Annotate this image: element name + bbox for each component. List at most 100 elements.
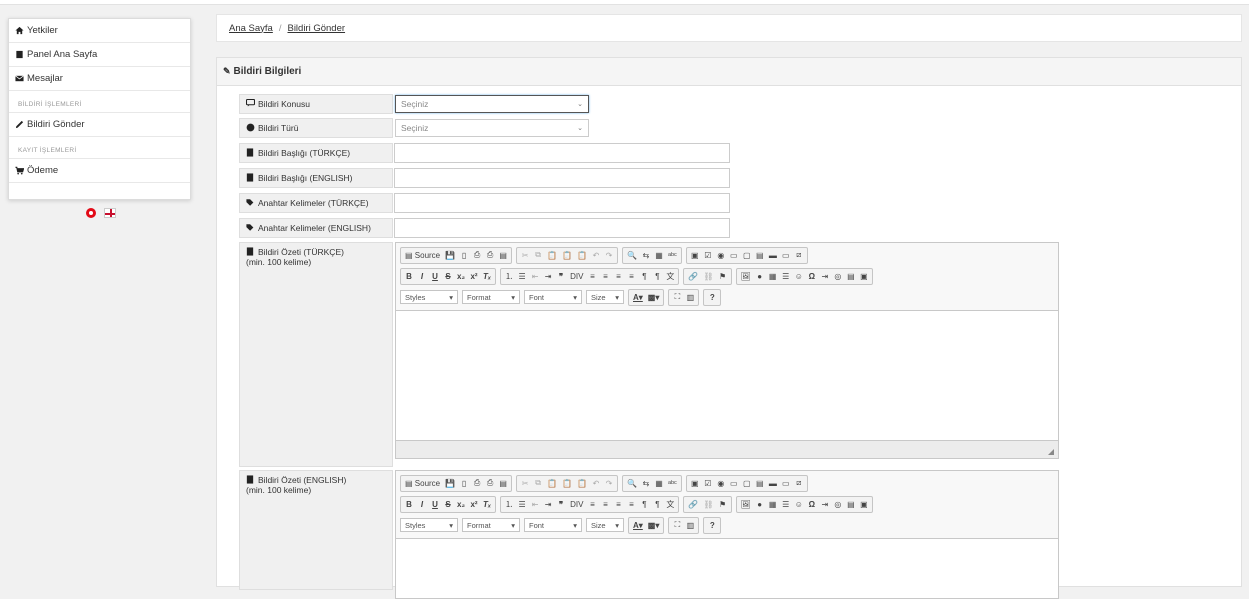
- align-center-icon[interactable]: ≡: [599, 497, 611, 511]
- font-dropdown[interactable]: Font ▾: [524, 518, 582, 532]
- save-icon[interactable]: 💾: [443, 248, 457, 262]
- source-button[interactable]: ▤ Source: [403, 248, 442, 262]
- undo-icon[interactable]: ↶: [590, 476, 602, 490]
- radio-icon[interactable]: ◉: [715, 476, 727, 490]
- blocks-icon[interactable]: ▥: [684, 290, 696, 304]
- sidebar-item-permissions[interactable]: Yetkiler: [9, 19, 190, 43]
- textfield-icon[interactable]: ▭: [728, 476, 740, 490]
- new-page-icon[interactable]: ▯: [458, 248, 470, 262]
- paste-icon[interactable]: 📋: [545, 476, 559, 490]
- table-icon[interactable]: ▦: [767, 497, 779, 511]
- image-button-icon[interactable]: ▭: [780, 248, 792, 262]
- abstract-tr-textarea[interactable]: [396, 310, 1058, 440]
- cut-icon[interactable]: ✂: [519, 248, 531, 262]
- help-icon[interactable]: ?: [706, 518, 718, 532]
- align-right-icon[interactable]: ≡: [612, 497, 624, 511]
- templates-icon[interactable]: ▤: [497, 248, 509, 262]
- bg-color-icon[interactable]: ▩▾: [646, 518, 662, 532]
- paste-text-icon[interactable]: 📋: [560, 248, 574, 262]
- page-break-icon[interactable]: ⇥: [819, 269, 831, 283]
- unlink-icon[interactable]: ⛓: [701, 497, 715, 511]
- special-char-icon[interactable]: Ω: [806, 269, 818, 283]
- text-color-icon[interactable]: A▾: [631, 518, 645, 532]
- english-flag-icon[interactable]: [104, 208, 116, 218]
- flash-icon[interactable]: ●: [754, 497, 766, 511]
- maximize-icon[interactable]: ▣: [858, 497, 870, 511]
- title-tr-input[interactable]: [394, 143, 730, 163]
- anchor-icon[interactable]: ⚑: [717, 497, 729, 511]
- align-center-icon[interactable]: ≡: [599, 269, 611, 283]
- cut-icon[interactable]: ✂: [519, 476, 531, 490]
- paste-word-icon[interactable]: 📋: [575, 248, 589, 262]
- select-icon[interactable]: ▤: [754, 476, 766, 490]
- select-icon[interactable]: ▤: [754, 248, 766, 262]
- paste-icon[interactable]: 📋: [545, 248, 559, 262]
- ltr-icon[interactable]: ¶: [638, 497, 650, 511]
- textfield-icon[interactable]: ▭: [728, 248, 740, 262]
- hidden-field-icon[interactable]: ⧄: [793, 248, 805, 262]
- remove-format-icon[interactable]: Tₓ: [481, 497, 493, 511]
- link-icon[interactable]: 🔗: [686, 269, 700, 283]
- remove-format-icon[interactable]: Tₓ: [481, 269, 493, 283]
- blockquote-icon[interactable]: ❞: [555, 269, 567, 283]
- breadcrumb-home-link[interactable]: Ana Sayfa: [229, 23, 273, 34]
- italic-icon[interactable]: I: [416, 269, 428, 283]
- subscript-icon[interactable]: x₂: [455, 497, 467, 511]
- italic-icon[interactable]: I: [416, 497, 428, 511]
- replace-icon[interactable]: ⇆: [640, 476, 652, 490]
- size-dropdown[interactable]: Size ▾: [586, 290, 624, 304]
- select-all-icon[interactable]: ▦: [653, 248, 665, 262]
- format-dropdown[interactable]: Format ▾: [462, 290, 520, 304]
- flash-icon[interactable]: ●: [754, 269, 766, 283]
- type-select[interactable]: Seçiniz ⌄: [395, 119, 589, 137]
- indent-icon[interactable]: ⇥: [542, 269, 554, 283]
- resize-handle-icon[interactable]: [1048, 449, 1054, 455]
- textarea-icon[interactable]: ▢: [741, 248, 753, 262]
- show-blocks-icon[interactable]: ▤: [845, 497, 857, 511]
- align-left-icon[interactable]: ≡: [586, 497, 598, 511]
- breadcrumb-current-link[interactable]: Bildiri Gönder: [287, 23, 345, 34]
- button-icon[interactable]: ▬: [767, 476, 779, 490]
- size-dropdown[interactable]: Size ▾: [586, 518, 624, 532]
- superscript-icon[interactable]: x²: [468, 497, 480, 511]
- sidebar-item-panel-home[interactable]: Panel Ana Sayfa: [9, 43, 190, 67]
- radio-icon[interactable]: ◉: [715, 248, 727, 262]
- print-icon[interactable]: ⎙: [484, 248, 496, 262]
- strikethrough-icon[interactable]: S: [442, 269, 454, 283]
- spellcheck-icon[interactable]: ᵃᵇᶜ: [666, 248, 679, 262]
- preview-icon[interactable]: ⎙: [471, 476, 483, 490]
- text-color-icon[interactable]: A▾: [631, 290, 645, 304]
- replace-icon[interactable]: ⇆: [640, 248, 652, 262]
- bold-icon[interactable]: B: [403, 269, 415, 283]
- image-button-icon[interactable]: ▭: [780, 476, 792, 490]
- language-icon[interactable]: 文: [664, 269, 676, 283]
- special-char-icon[interactable]: Ω: [806, 497, 818, 511]
- maximize-editor-icon[interactable]: ⛶: [671, 290, 683, 304]
- div-icon[interactable]: DIV: [568, 269, 585, 283]
- save-icon[interactable]: 💾: [443, 476, 457, 490]
- smiley-icon[interactable]: ☺: [793, 269, 805, 283]
- sidebar-item-messages[interactable]: Mesajlar: [9, 67, 190, 91]
- paste-word-icon[interactable]: 📋: [575, 476, 589, 490]
- table-icon[interactable]: ▦: [767, 269, 779, 283]
- redo-icon[interactable]: ↷: [603, 476, 615, 490]
- numbered-list-icon[interactable]: ⒈: [503, 269, 515, 283]
- undo-icon[interactable]: ↶: [590, 248, 602, 262]
- rtl-icon[interactable]: ¶: [651, 497, 663, 511]
- maximize-editor-icon[interactable]: ⛶: [671, 518, 683, 532]
- print-icon[interactable]: ⎙: [484, 476, 496, 490]
- textarea-icon[interactable]: ▢: [741, 476, 753, 490]
- image-icon[interactable]: 🖼: [739, 497, 753, 511]
- paste-text-icon[interactable]: 📋: [560, 476, 574, 490]
- link-icon[interactable]: 🔗: [686, 497, 700, 511]
- find-icon[interactable]: 🔍: [625, 248, 639, 262]
- copy-icon[interactable]: ⧉: [532, 248, 544, 262]
- subject-select[interactable]: Seçiniz ⌄: [395, 95, 589, 113]
- templates-icon[interactable]: ▤: [497, 476, 509, 490]
- smiley-icon[interactable]: ☺: [793, 497, 805, 511]
- bold-icon[interactable]: B: [403, 497, 415, 511]
- spellcheck-icon[interactable]: ᵃᵇᶜ: [666, 476, 679, 490]
- styles-dropdown[interactable]: Styles ▾: [400, 290, 458, 304]
- bg-color-icon[interactable]: ▩▾: [646, 290, 662, 304]
- keywords-en-input[interactable]: [394, 218, 730, 238]
